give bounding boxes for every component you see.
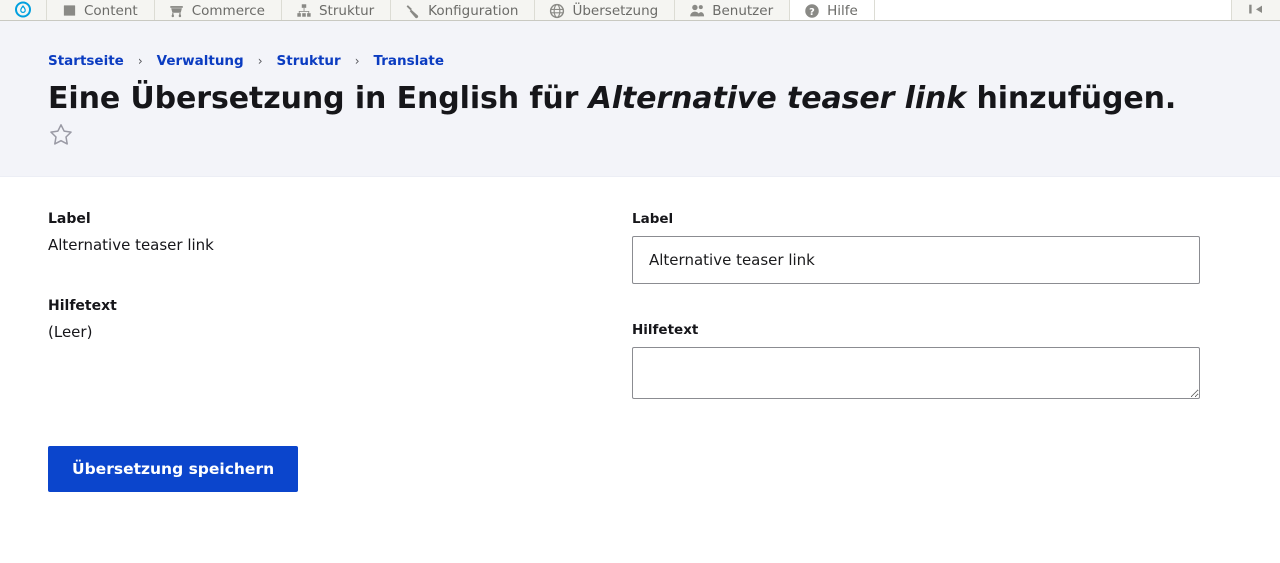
label-field-group: Label: [632, 211, 1232, 285]
bookmark-star-button[interactable]: [48, 122, 74, 148]
drupal-droplet-logo: [15, 1, 31, 18]
translation-form: Label Alternative teaser link Hilfetext …: [0, 177, 1280, 400]
help-icon: ?: [804, 3, 820, 19]
page-title-entity: Alternative teaser link: [588, 81, 967, 116]
source-column: Label Alternative teaser link Hilfetext …: [0, 211, 616, 399]
toolbar-item-label: Struktur: [318, 2, 375, 19]
chevron-right-icon: ›: [354, 54, 360, 68]
breadcrumb: Startseite › Verwaltung › Struktur › Tra…: [48, 53, 1232, 69]
page-title-suffix: hinzufügen.: [966, 81, 1177, 116]
save-translation-button[interactable]: Übersetzung speichern: [48, 446, 299, 493]
chevron-right-icon: ›: [257, 54, 263, 68]
source-label-group: Label Alternative teaser link: [48, 211, 616, 256]
toolbar-item-label: Konfiguration: [428, 2, 519, 19]
cart-icon: [169, 3, 185, 19]
content-icon: [61, 3, 77, 19]
page-actions: [48, 122, 1232, 150]
toolbar-item-label: Übersetzung: [572, 2, 659, 19]
people-icon: [689, 3, 705, 19]
star-outline-icon: [48, 124, 74, 151]
toolbar-collapse-button[interactable]: [1232, 0, 1280, 20]
toolbar-item-commerce[interactable]: Commerce: [154, 0, 282, 20]
breadcrumb-item-translate[interactable]: Translate: [374, 53, 445, 69]
page-title: Eine Übersetzung in English für Alternat…: [48, 81, 1232, 116]
toolbar-item-label: Content: [84, 2, 138, 19]
sitemap-icon: [296, 3, 312, 19]
toolbar-item-label: Commerce: [191, 2, 265, 19]
admin-toolbar: Content Commerce Struktur Konfiguration …: [0, 0, 1280, 21]
chevron-right-icon: ›: [137, 54, 143, 68]
help-field-group: Hilfetext: [632, 322, 1232, 400]
toolbar-item-uebersetzung[interactable]: Übersetzung: [535, 0, 676, 20]
source-help-value: (Leer): [48, 322, 93, 341]
page-header-band: Startseite › Verwaltung › Struktur › Tra…: [0, 21, 1280, 178]
page-title-prefix: Eine Übersetzung in English für: [48, 81, 589, 116]
globe-icon: [549, 3, 565, 19]
source-label-heading: Label: [48, 211, 91, 228]
form-actions: Übersetzung speichern: [0, 446, 1280, 493]
toolbar-item-struktur[interactable]: Struktur: [281, 0, 392, 20]
help-field-label: Hilfetext: [632, 322, 699, 339]
label-field-label: Label: [632, 211, 674, 228]
toolbar-item-content[interactable]: Content: [47, 0, 155, 20]
wrench-icon: [405, 3, 421, 19]
breadcrumb-item-struktur[interactable]: Struktur: [277, 53, 341, 69]
source-help-group: Hilfetext (Leer): [48, 298, 616, 343]
svg-text:?: ?: [809, 6, 815, 17]
breadcrumb-item-verwaltung[interactable]: Verwaltung: [157, 53, 244, 69]
source-label-value: Alternative teaser link: [48, 236, 214, 255]
label-input[interactable]: [632, 236, 1200, 285]
translation-column: Label Hilfetext: [616, 211, 1232, 400]
breadcrumb-item-startseite[interactable]: Startseite: [48, 53, 124, 69]
toolbar-item-konfiguration[interactable]: Konfiguration: [391, 0, 536, 20]
help-textarea[interactable]: [632, 347, 1200, 400]
toolbar-item-hilfe[interactable]: ? Hilfe: [790, 0, 875, 20]
toolbar-item-label: Benutzer: [712, 2, 774, 19]
source-help-heading: Hilfetext: [48, 297, 117, 314]
toolbar-filler: [874, 0, 1232, 20]
collapse-toolbar-icon: [1248, 2, 1264, 18]
toolbar-home-button[interactable]: [0, 0, 47, 20]
toolbar-item-benutzer[interactable]: Benutzer: [675, 0, 791, 20]
toolbar-item-label: Hilfe: [827, 2, 858, 19]
